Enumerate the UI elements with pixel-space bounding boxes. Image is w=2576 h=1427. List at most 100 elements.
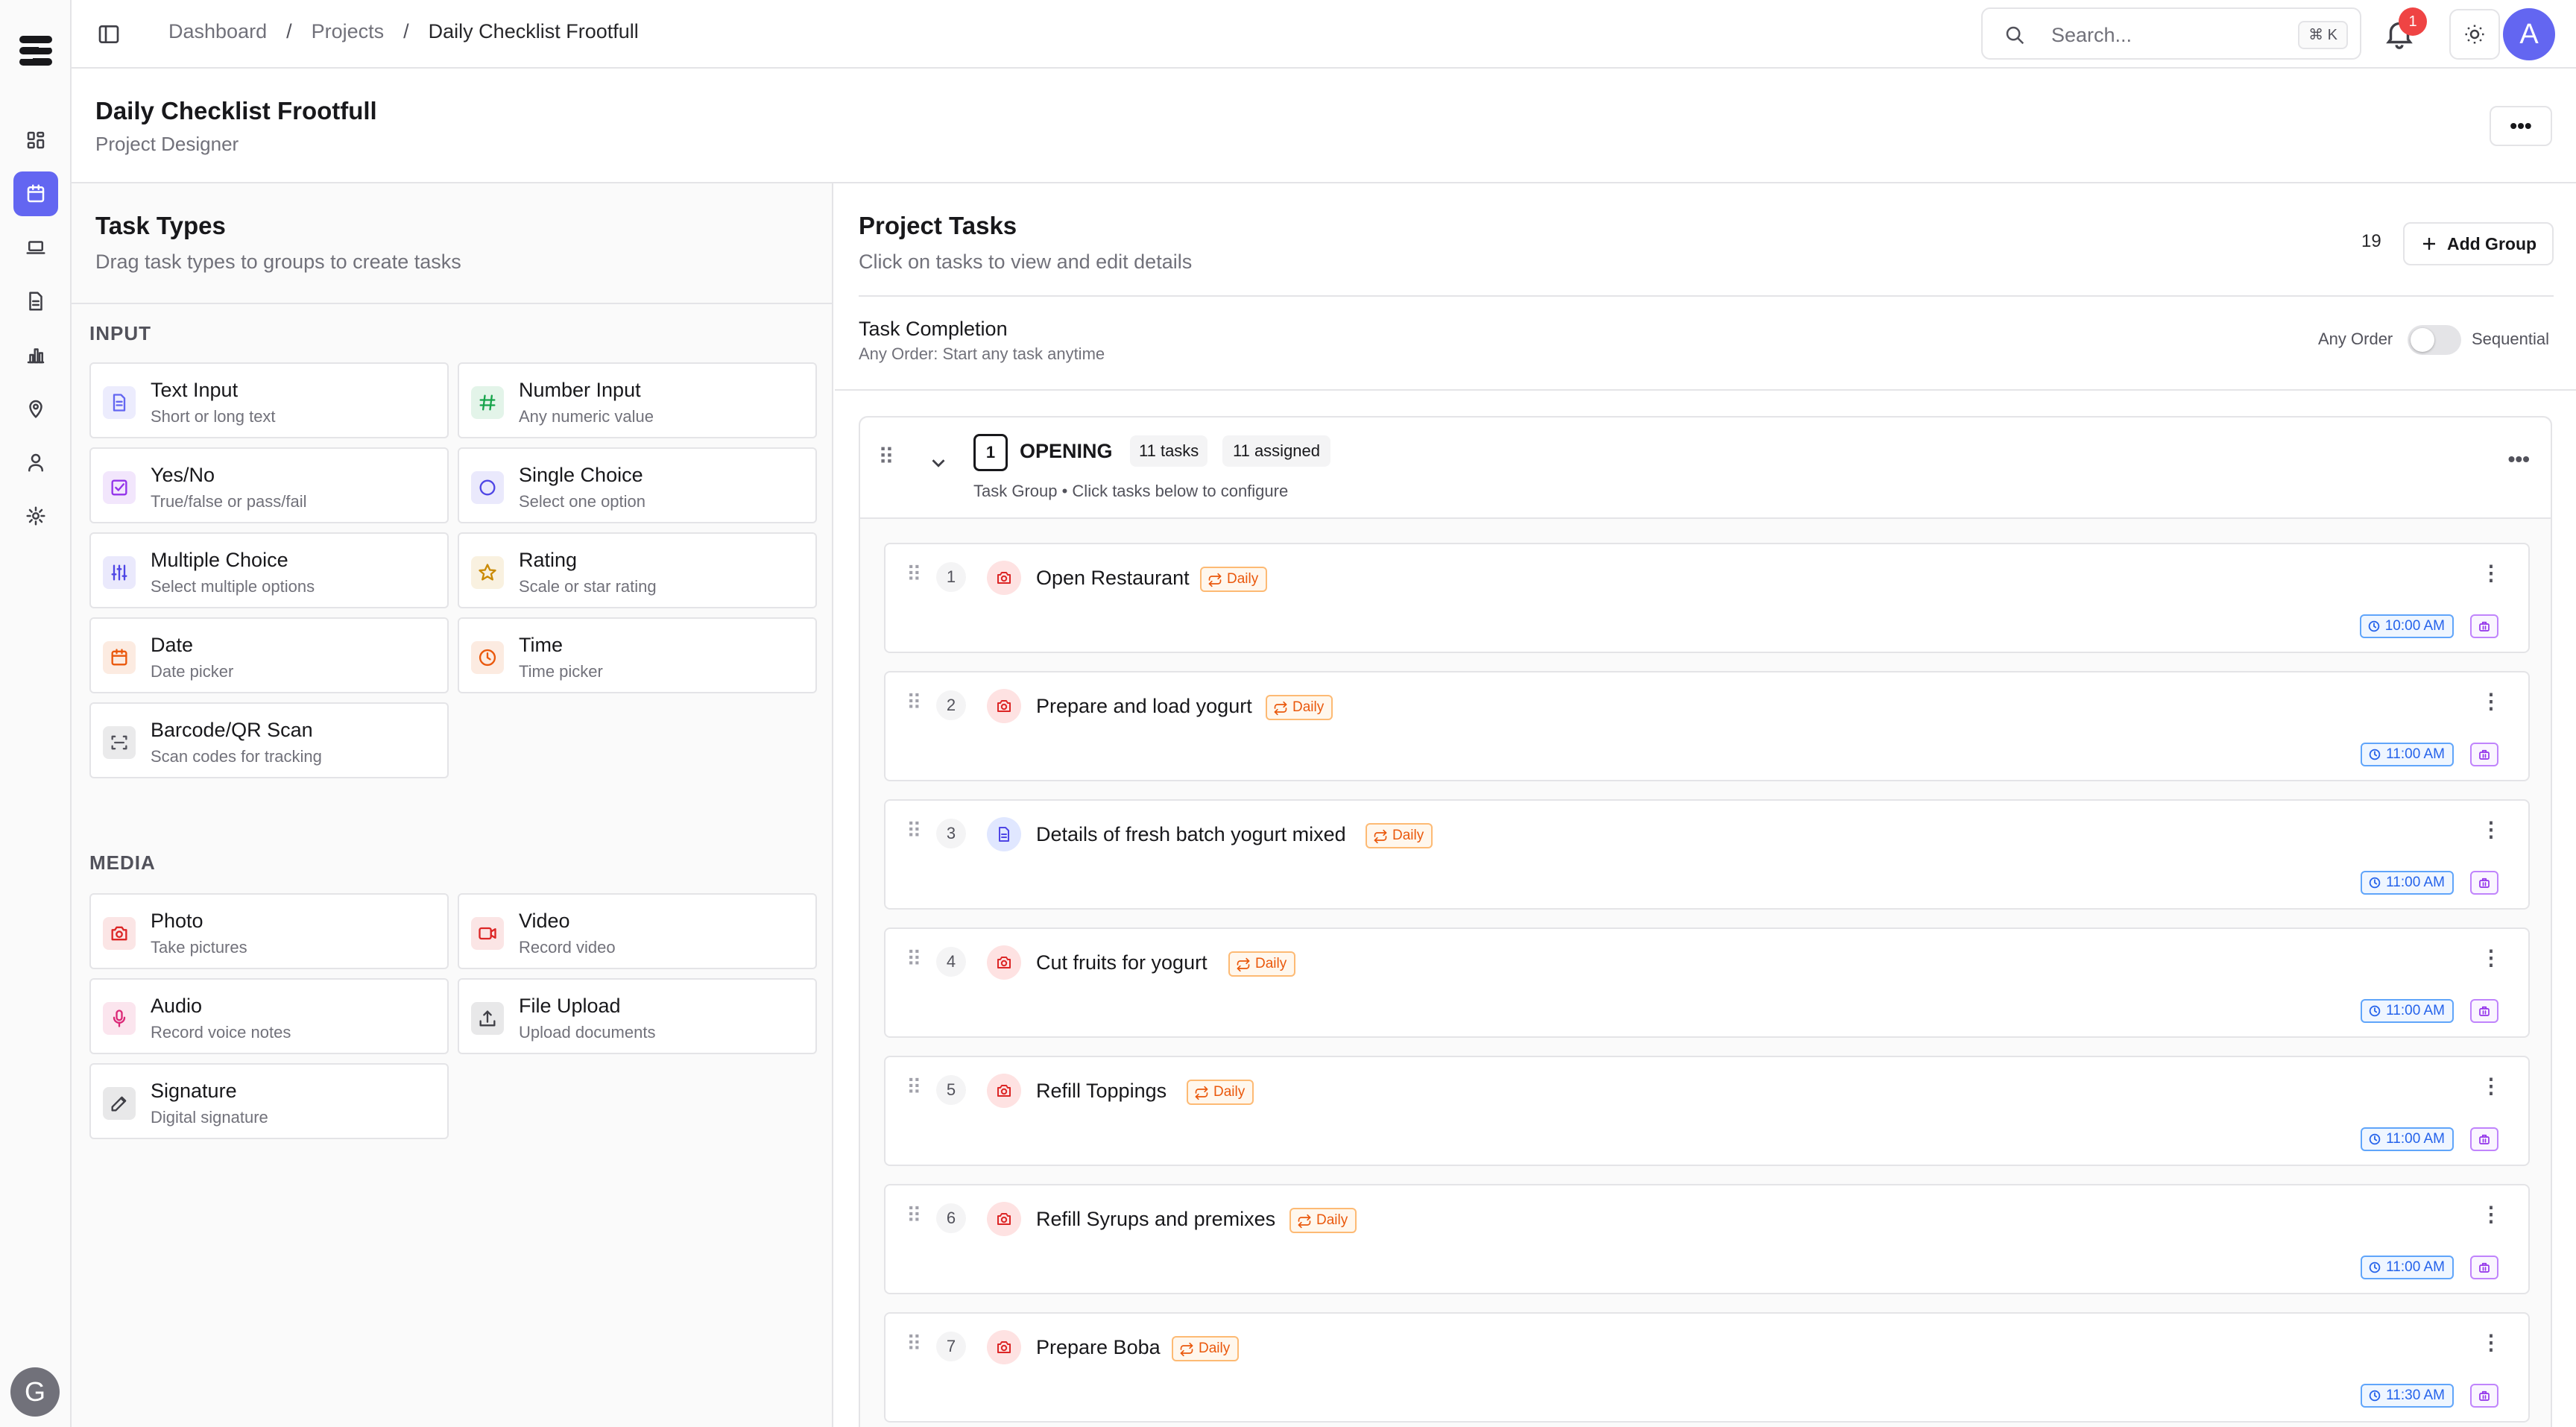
task-more-button[interactable]: ⋮ bbox=[2481, 817, 2501, 842]
rail-nav-laptop[interactable] bbox=[13, 225, 58, 270]
task-type-card[interactable]: Time Time picker bbox=[458, 617, 817, 693]
drag-handle-icon[interactable]: ⠿ bbox=[906, 947, 922, 971]
task-more-button[interactable]: ⋮ bbox=[2481, 689, 2501, 714]
rail-nav-location[interactable] bbox=[13, 386, 58, 431]
time-badge[interactable]: 11:00 AM bbox=[2361, 871, 2454, 895]
task-type-card[interactable]: Date Date picker bbox=[89, 617, 449, 693]
team-icon bbox=[2479, 621, 2490, 631]
rail-nav-user[interactable] bbox=[13, 440, 58, 485]
task-row[interactable]: ⠿ 5 Refill Toppings Daily ⋮ 11:00 AM bbox=[884, 1056, 2530, 1166]
task-row[interactable]: ⠿ 2 Prepare and load yogurt Daily ⋮ 11:00 AM bbox=[884, 671, 2530, 781]
task-type-card[interactable]: Single Choice Select one option bbox=[458, 447, 817, 523]
video-icon bbox=[479, 927, 496, 940]
search-input[interactable]: Search... ⌘ K bbox=[1981, 7, 2361, 60]
rail-nav-settings[interactable] bbox=[13, 494, 58, 538]
breadcrumb-current: Daily Checklist Frootfull bbox=[428, 20, 639, 42]
camera-icon bbox=[997, 957, 1011, 968]
task-row[interactable]: ⠿ 4 Cut fruits for yogurt Daily ⋮ 11:00 AM bbox=[884, 927, 2530, 1038]
rail-user-avatar[interactable]: G bbox=[10, 1367, 60, 1417]
rail-nav-document[interactable] bbox=[13, 279, 58, 324]
page-more-button[interactable]: ••• bbox=[2490, 106, 2552, 146]
task-type-icon-box bbox=[103, 1087, 136, 1120]
assignee-badge[interactable] bbox=[2470, 871, 2498, 895]
task-type-card[interactable]: File Upload Upload documents bbox=[458, 978, 817, 1054]
time-badge[interactable]: 11:00 AM bbox=[2361, 743, 2454, 766]
task-type-card[interactable]: Multiple Choice Select multiple options bbox=[89, 532, 449, 608]
task-type-description: Select multiple options bbox=[151, 577, 315, 596]
frequency-badge: Daily bbox=[1187, 1080, 1254, 1105]
drag-handle-icon[interactable]: ⠿ bbox=[878, 444, 894, 470]
task-type-card[interactable]: Photo Take pictures bbox=[89, 893, 449, 969]
toggle-knob bbox=[2411, 328, 2434, 352]
chevron-down-icon[interactable] bbox=[927, 452, 950, 474]
rail-nav-dashboard[interactable] bbox=[13, 118, 58, 163]
drag-handle-icon[interactable]: ⠿ bbox=[906, 1203, 922, 1228]
task-type-card[interactable]: Rating Scale or star rating bbox=[458, 532, 817, 608]
task-type-icon bbox=[987, 945, 1021, 980]
team-icon bbox=[2479, 749, 2490, 760]
time-badge[interactable]: 11:00 AM bbox=[2361, 1256, 2454, 1279]
task-type-card[interactable]: Signature Digital signature bbox=[89, 1063, 449, 1139]
rail-nav-chart[interactable] bbox=[13, 333, 58, 377]
task-type-card[interactable]: Number Input Any numeric value bbox=[458, 362, 817, 438]
drag-handle-icon[interactable]: ⠿ bbox=[906, 819, 922, 843]
user-avatar[interactable]: A bbox=[2503, 8, 2555, 60]
task-time: 11:00 AM bbox=[2386, 1259, 2445, 1275]
assignee-badge[interactable] bbox=[2470, 999, 2498, 1023]
assignee-badge[interactable] bbox=[2470, 1384, 2498, 1408]
task-more-button[interactable]: ⋮ bbox=[2481, 1202, 2501, 1226]
assignee-badge[interactable] bbox=[2470, 743, 2498, 766]
task-type-name: Single Choice bbox=[519, 464, 643, 486]
task-row[interactable]: ⠿ 7 Prepare Boba Daily ⋮ 11:30 AM bbox=[884, 1312, 2530, 1423]
team-icon bbox=[2479, 1134, 2490, 1144]
drag-handle-icon[interactable]: ⠿ bbox=[906, 1332, 922, 1356]
frequency-label: Daily bbox=[1213, 1084, 1246, 1100]
time-badge[interactable]: 11:00 AM bbox=[2361, 1127, 2454, 1151]
assignee-badge[interactable] bbox=[2470, 1256, 2498, 1279]
task-more-button[interactable]: ⋮ bbox=[2481, 1074, 2501, 1098]
sequential-toggle[interactable] bbox=[2408, 325, 2461, 355]
drag-handle-icon[interactable]: ⠿ bbox=[906, 562, 922, 587]
theme-toggle-button[interactable] bbox=[2449, 9, 2500, 60]
task-type-card[interactable]: Barcode/QR Scan Scan codes for tracking bbox=[89, 702, 449, 778]
task-more-button[interactable]: ⋮ bbox=[2481, 1330, 2501, 1355]
task-more-button[interactable]: ⋮ bbox=[2481, 945, 2501, 970]
task-more-button[interactable]: ⋮ bbox=[2481, 561, 2501, 585]
group-number: 1 bbox=[973, 434, 1008, 471]
task-row[interactable]: ⠿ 3 Details of fresh batch yogurt mixed Dai… bbox=[884, 799, 2530, 910]
add-group-button[interactable]: Add Group bbox=[2403, 222, 2554, 265]
task-type-icon bbox=[987, 1202, 1021, 1236]
completion-subtitle: Any Order: Start any task anytime bbox=[859, 344, 1105, 363]
drag-handle-icon[interactable]: ⠿ bbox=[906, 690, 922, 715]
task-group-header[interactable]: ⠿ 1 OPENING 11 tasks 11 assigned Task Gr… bbox=[860, 418, 2551, 519]
time-badge[interactable]: 11:00 AM bbox=[2361, 999, 2454, 1023]
brand-logo[interactable] bbox=[16, 31, 55, 70]
breadcrumb-projects[interactable]: Projects bbox=[312, 20, 385, 43]
notification-badge: 1 bbox=[2399, 7, 2427, 36]
breadcrumb-dashboard[interactable]: Dashboard bbox=[168, 20, 267, 43]
task-type-description: True/false or pass/fail bbox=[151, 492, 307, 511]
assignee-badge[interactable] bbox=[2470, 1127, 2498, 1151]
task-row[interactable]: ⠿ 6 Refill Syrups and premixes Daily ⋮ 11:00 … bbox=[884, 1184, 2530, 1294]
task-type-card[interactable]: Yes/No True/false or pass/fail bbox=[89, 447, 449, 523]
sidebar-toggle-icon[interactable] bbox=[94, 19, 124, 49]
task-type-name: Time bbox=[519, 634, 563, 656]
clock-icon bbox=[479, 649, 496, 667]
group-more-button[interactable]: ••• bbox=[2508, 447, 2530, 471]
rail-nav-calendar[interactable] bbox=[13, 171, 58, 216]
chart-icon bbox=[27, 348, 45, 364]
task-type-card[interactable]: Video Record video bbox=[458, 893, 817, 969]
group-subtitle: Task Group • Click tasks below to config… bbox=[973, 482, 1289, 500]
frequency-badge: Daily bbox=[1366, 823, 1433, 848]
search-icon bbox=[2006, 26, 2024, 45]
frequency-badge: Daily bbox=[1200, 567, 1268, 592]
repeat-icon bbox=[1298, 1214, 1311, 1229]
time-badge[interactable]: 10:00 AM bbox=[2359, 614, 2454, 638]
task-type-card[interactable]: Text Input Short or long text bbox=[89, 362, 449, 438]
drag-handle-icon[interactable]: ⠿ bbox=[906, 1075, 922, 1100]
time-badge[interactable]: 11:30 AM bbox=[2361, 1384, 2454, 1408]
task-type-card[interactable]: Audio Record voice notes bbox=[89, 978, 449, 1054]
task-number: 6 bbox=[936, 1203, 966, 1233]
task-row[interactable]: ⠿ 1 Open Restaurant Daily ⋮ 10:00 AM bbox=[884, 543, 2530, 653]
assignee-badge[interactable] bbox=[2470, 614, 2498, 638]
